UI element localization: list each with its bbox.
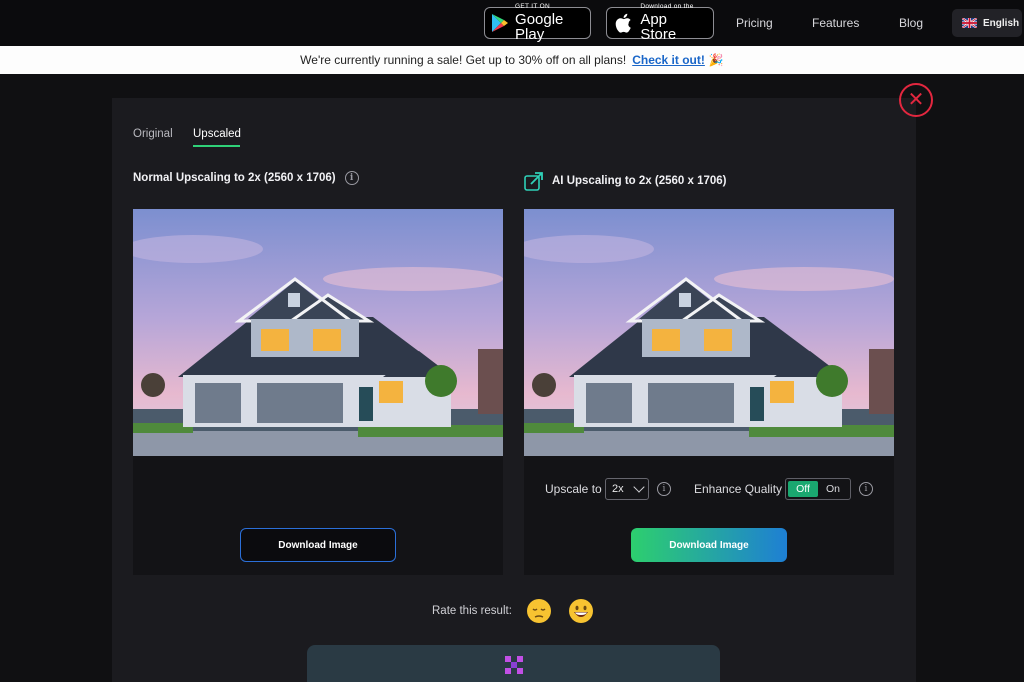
google-play-icon	[491, 12, 509, 34]
google-play-label: Google Play	[515, 10, 564, 43]
grinning-face-icon[interactable]	[568, 598, 594, 624]
top-navigation: GET IT ON Google Play Download on the Ap…	[0, 0, 1024, 46]
tab-original[interactable]: Original	[133, 128, 173, 140]
info-icon[interactable]: i	[657, 482, 671, 496]
info-icon[interactable]: i	[859, 482, 873, 496]
rate-label: Rate this result:	[432, 605, 512, 617]
active-tab-indicator	[193, 145, 240, 147]
enhance-quality-label: Enhance Quality	[694, 482, 783, 496]
normal-upscale-title: Normal Upscaling to 2x (2560 x 1706) i	[133, 171, 359, 185]
ai-upscale-title-text: AI Upscaling to 2x (2560 x 1706)	[552, 175, 727, 187]
download-ai-button[interactable]: Download Image	[631, 528, 787, 562]
language-selector[interactable]: English	[952, 9, 1022, 37]
normal-upscale-card	[133, 209, 503, 575]
upscale-factor-value: 2x	[612, 483, 624, 495]
info-icon[interactable]: i	[344, 171, 359, 185]
google-play-small-text: GET IT ON	[515, 3, 550, 11]
close-button[interactable]: ✕	[899, 83, 933, 117]
ai-upscale-icon	[524, 172, 543, 191]
normal-upscale-title-text: Normal Upscaling to 2x (2560 x 1706)	[133, 172, 336, 184]
enhance-quality-toggle[interactable]: Off On	[785, 478, 851, 500]
nav-link-features[interactable]: Features	[812, 16, 859, 30]
nav-link-pricing[interactable]: Pricing	[736, 16, 773, 30]
toggle-on-option[interactable]: On	[818, 481, 848, 497]
chevron-down-icon	[633, 481, 645, 493]
ai-upscale-image	[524, 209, 894, 456]
ai-upscale-title: AI Upscaling to 2x (2560 x 1706)	[524, 171, 727, 191]
uk-flag-icon	[962, 18, 977, 28]
toggle-off-option[interactable]: Off	[788, 481, 818, 497]
app-logo-icon	[505, 656, 523, 674]
app-store-label: App Store	[640, 10, 677, 43]
normal-upscale-image	[133, 209, 503, 456]
party-popper-icon: 🎉	[708, 53, 724, 67]
pensive-face-icon[interactable]	[526, 598, 552, 624]
upscale-to-label: Upscale to	[545, 482, 602, 496]
upscale-factor-select[interactable]: 2x	[605, 478, 649, 500]
language-label: English	[983, 17, 1020, 29]
sale-banner: We're currently running a sale! Get up t…	[0, 46, 1024, 74]
download-normal-button[interactable]: Download Image	[240, 528, 396, 562]
tab-upscaled[interactable]: Upscaled	[193, 128, 241, 140]
nav-link-blog[interactable]: Blog	[899, 16, 923, 30]
sale-link[interactable]: Check it out!	[632, 53, 705, 67]
ai-upscale-card	[524, 209, 894, 575]
app-store-button[interactable]: Download on the App Store	[606, 3, 714, 43]
app-store-small-text: Download on the	[640, 3, 694, 11]
apple-icon	[613, 12, 634, 34]
sale-text: We're currently running a sale! Get up t…	[300, 53, 627, 67]
close-icon: ✕	[907, 89, 925, 111]
google-play-button[interactable]: GET IT ON Google Play	[484, 3, 591, 43]
